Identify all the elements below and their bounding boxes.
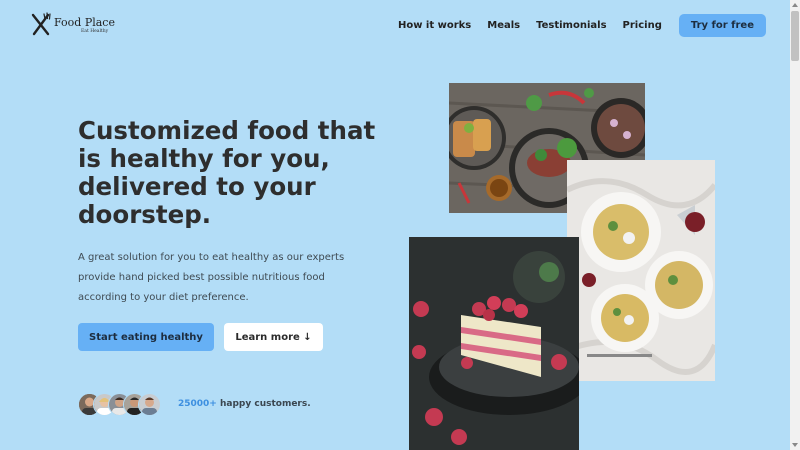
nav-how-it-works[interactable]: How it works	[398, 20, 471, 31]
fork-knife-icon	[31, 12, 51, 36]
logo[interactable]: Food Place Eat Healthy	[30, 12, 115, 38]
food-photo-pasta	[567, 160, 715, 381]
try-for-free-button[interactable]: Try for free	[678, 14, 766, 37]
customer-count: 25000+	[178, 399, 217, 409]
scroll-thumb[interactable]	[791, 11, 799, 61]
customer-label: happy customers.	[220, 399, 311, 409]
avatar	[138, 393, 161, 416]
hero-headline: Customized food that is healthy for you,…	[78, 116, 376, 229]
logo-name: Food Place	[54, 16, 115, 29]
food-photo-cake	[409, 237, 579, 450]
page-scrollbar[interactable]	[790, 0, 800, 450]
nav-meals[interactable]: Meals	[487, 20, 520, 31]
hero-description: A great solution for you to eat healthy …	[78, 252, 345, 303]
logo-tagline: Eat Healthy	[81, 29, 109, 34]
nav-pricing[interactable]: Pricing	[623, 20, 662, 31]
happy-customers-text: 25000+ happy customers.	[178, 399, 311, 409]
scroll-up-icon[interactable]	[792, 3, 798, 7]
nav-testimonials[interactable]: Testimonials	[536, 20, 606, 31]
main-nav: How it works Meals Testimonials Pricing …	[382, 14, 766, 37]
scroll-down-icon[interactable]	[792, 443, 798, 447]
learn-more-button[interactable]: Learn more ↓	[224, 323, 323, 351]
start-eating-healthy-button[interactable]: Start eating healthy	[78, 323, 214, 351]
